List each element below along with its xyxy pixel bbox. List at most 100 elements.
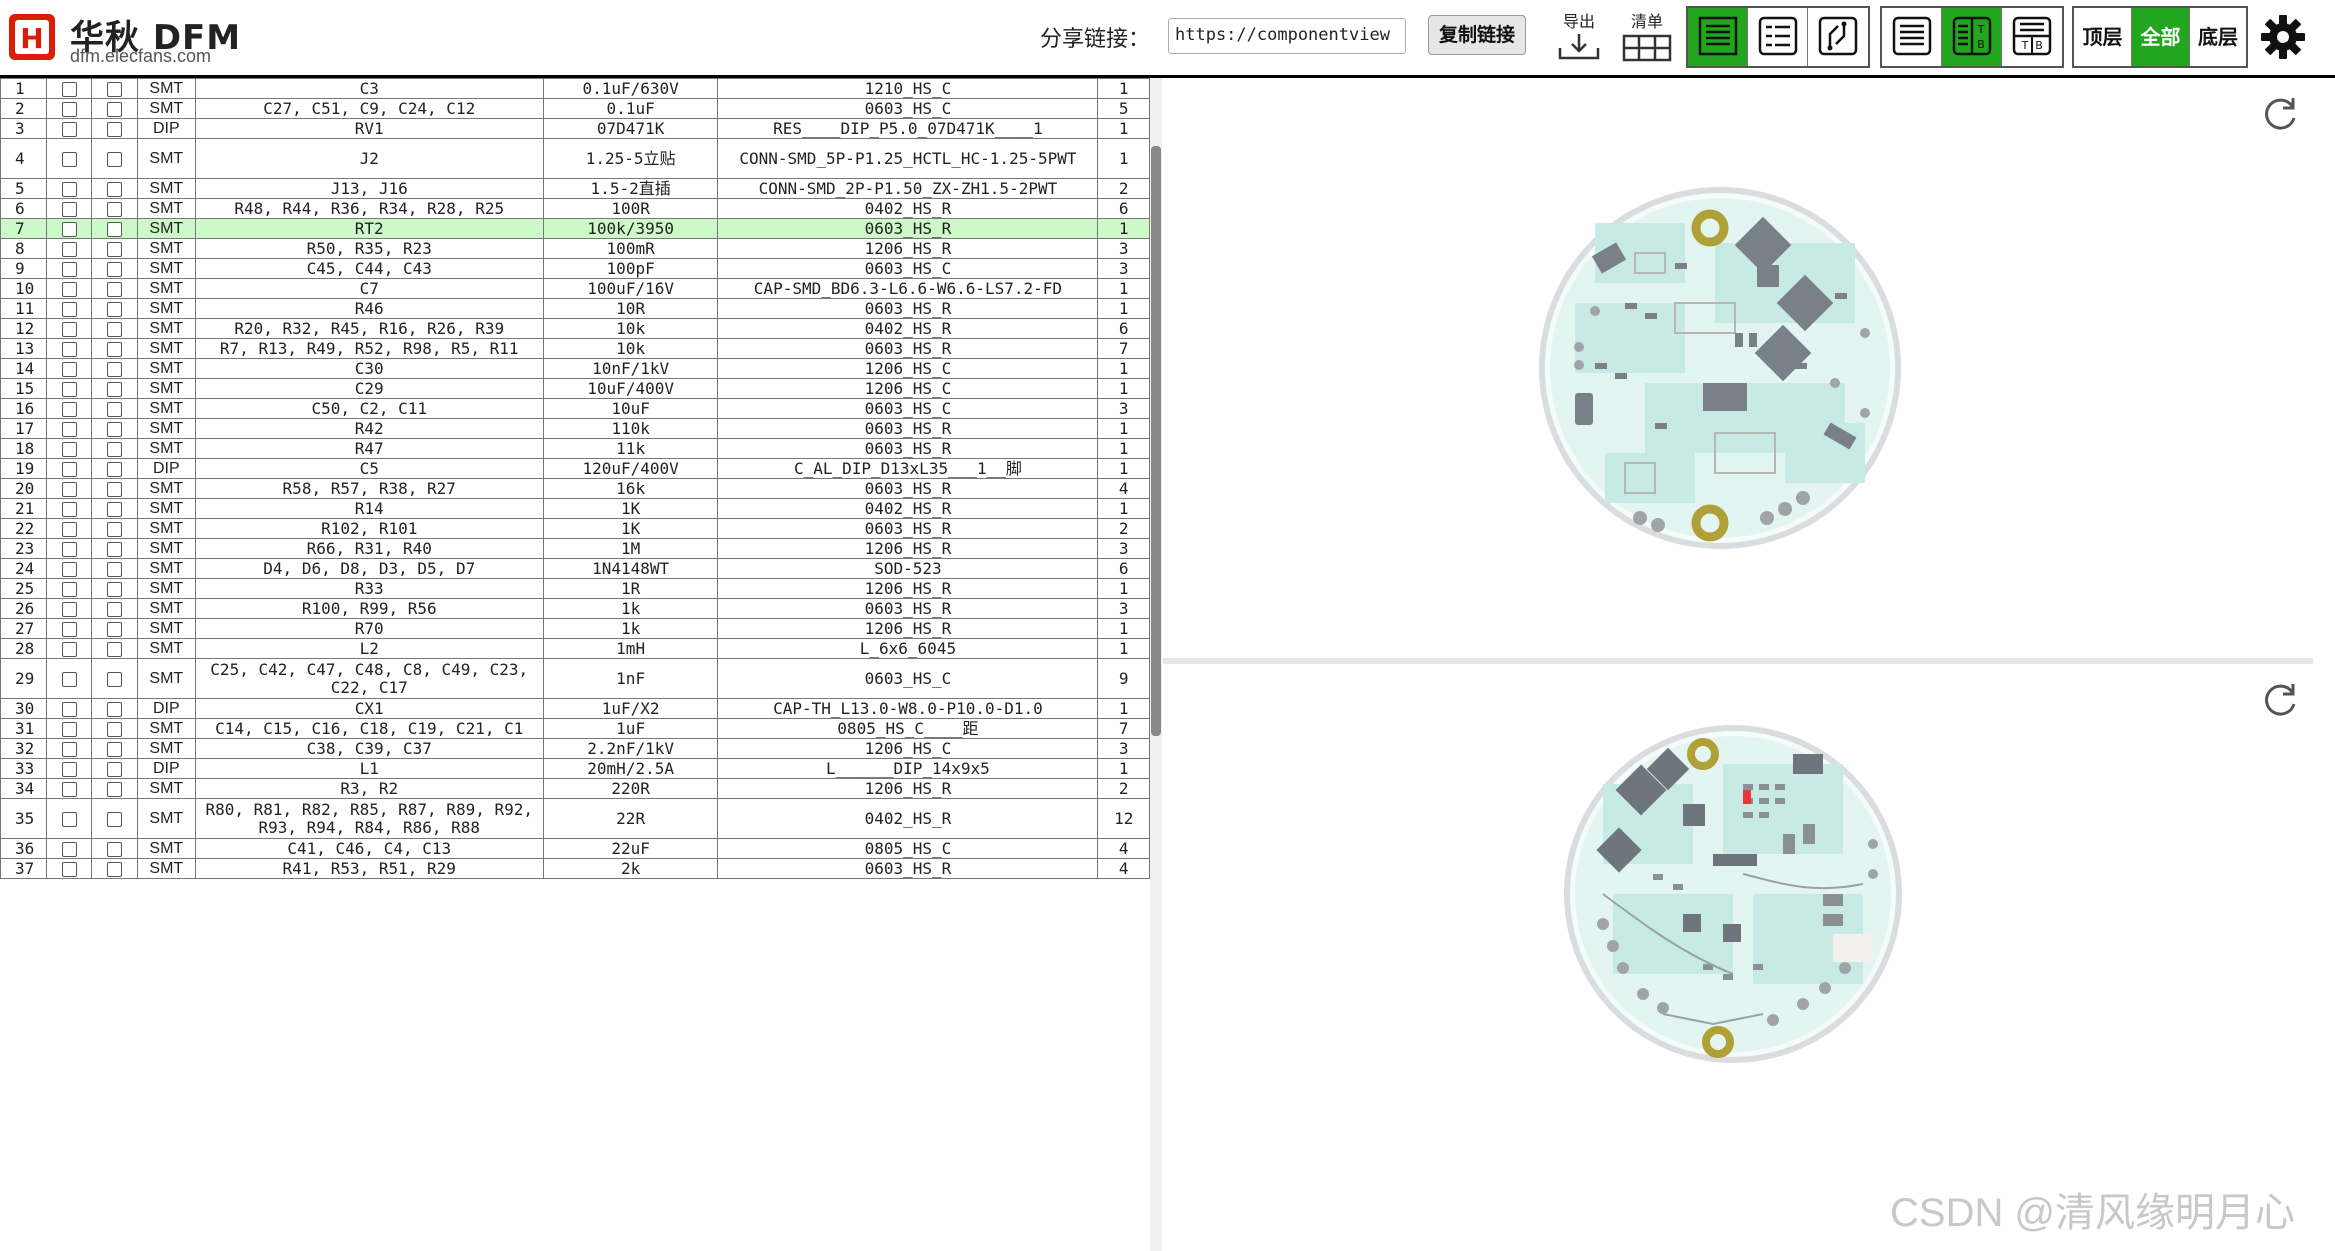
bom-row[interactable]: 24 SMT D4, D6, D8, D3, D5, D7 1N4148WT SOD-5… [0,558,1150,579]
checkbox[interactable] [61,641,77,657]
checkbox[interactable] [107,301,123,317]
bom-row[interactable]: 8 SMT R50, R35, R23 100mR 1206_HS_R 3 [0,238,1150,259]
checkbox[interactable] [107,841,123,857]
checkbox[interactable] [61,461,77,477]
view-bom-board-button[interactable] [1688,8,1748,66]
checkbox[interactable] [107,741,123,757]
checkbox[interactable] [107,401,123,417]
checkbox[interactable] [107,561,123,577]
bom-row[interactable]: 20 SMT R58, R57, R38, R27 16k 0603_HS_R 4 [0,478,1150,499]
bom-row[interactable]: 33 DIP L1 20mH/2.5A L______DIP_14x9x5 1 [0,758,1150,779]
checkbox[interactable] [107,421,123,437]
checkbox[interactable] [61,201,77,217]
checkbox[interactable] [61,381,77,397]
checkbox[interactable] [107,501,123,517]
checkbox[interactable] [61,81,77,97]
checkbox[interactable] [61,301,77,317]
checkbox[interactable] [61,421,77,437]
checkbox[interactable] [107,781,123,797]
checkbox[interactable] [61,721,77,737]
view-bom-only-button[interactable] [1748,8,1808,66]
bom-row[interactable]: 4 SMT J2 1.25-5立贴 CONN-SMD_5P-P1.25_HCTL_HC-… [0,138,1150,179]
checkbox[interactable] [61,701,77,717]
bom-row[interactable]: 19 DIP C5 120uF/400V C_AL_DIP_D13xL35___1__脚… [0,458,1150,479]
checkbox[interactable] [107,281,123,297]
checkbox[interactable] [61,261,77,277]
bom-row[interactable]: 35 SMT R80, R81, R82, R85, R87, R89, R92, … [0,798,1150,839]
checkbox[interactable] [61,581,77,597]
bom-row[interactable]: 32 SMT C38, C39, C37 2.2nF/1kV 1206_HS_C 3 [0,738,1150,759]
checkbox[interactable] [107,811,123,827]
checkbox[interactable] [61,541,77,557]
checkbox[interactable] [61,341,77,357]
checkbox[interactable] [107,481,123,497]
checkbox[interactable] [61,441,77,457]
checkbox[interactable] [107,521,123,537]
checkbox[interactable] [61,861,77,877]
bom-row[interactable]: 5 SMT J13, J16 1.5-2直插 CONN-SMD_2P-P1.50_ZX-… [0,178,1150,199]
checkbox[interactable] [107,461,123,477]
bom-row[interactable]: 37 SMT R41, R53, R51, R29 2k 0603_HS_R 4 [0,858,1150,879]
checkbox[interactable] [61,741,77,757]
checkbox[interactable] [61,841,77,857]
copy-link-button[interactable]: 复制链接 [1428,15,1526,55]
bom-row[interactable]: 1 SMT C3 0.1uF/630V 1210_HS_C 1 [0,78,1150,99]
bom-row[interactable]: 13 SMT R7, R13, R49, R52, R98, R5, R11 10k 0… [0,338,1150,359]
bom-row[interactable]: 15 SMT C29 10uF/400V 1206_HS_C 1 [0,378,1150,399]
bom-row[interactable]: 16 SMT C50, C2, C11 10uF 0603_HS_C 3 [0,398,1150,419]
checkbox[interactable] [61,601,77,617]
checkbox[interactable] [61,281,77,297]
view-board-only-button[interactable] [1808,8,1868,66]
checkbox[interactable] [107,101,123,117]
checkbox[interactable] [107,241,123,257]
bom-row[interactable]: 26 SMT R100, R99, R56 1k 0603_HS_R 3 [0,598,1150,619]
bom-row[interactable]: 36 SMT C41, C46, C4, C13 22uF 0805_HS_C 4 [0,838,1150,859]
pcb-bottom-view[interactable] [1163,664,2335,1251]
settings-gear-icon[interactable] [2260,14,2306,60]
bom-row[interactable]: 11 SMT R46 10R 0603_HS_R 1 [0,298,1150,319]
checkbox[interactable] [107,541,123,557]
checkbox[interactable] [107,361,123,377]
checkbox[interactable] [61,221,77,237]
bom-row[interactable]: 22 SMT R102, R101 1K 0603_HS_R 2 [0,518,1150,539]
checkbox[interactable] [107,121,123,137]
bom-row[interactable]: 27 SMT R70 1k 1206_HS_R 1 [0,618,1150,639]
bom-row[interactable]: 31 SMT C14, C15, C16, C18, C19, C21, C1 1uF… [0,718,1150,739]
bom-row[interactable]: 14 SMT C30 10nF/1kV 1206_HS_C 1 [0,358,1150,379]
checkbox[interactable] [61,811,77,827]
pcb-top-layer-render[interactable] [1535,183,1905,553]
checkbox[interactable] [107,381,123,397]
checkbox[interactable] [107,221,123,237]
checkbox[interactable] [61,241,77,257]
bom-row[interactable]: 17 SMT R42 110k 0603_HS_R 1 [0,418,1150,439]
checkbox[interactable] [61,481,77,497]
bom-row[interactable]: 29 SMT C25, C42, C47, C48, C8, C49, C23, C… [0,658,1150,699]
checkbox[interactable] [61,361,77,377]
checkbox[interactable] [107,641,123,657]
checkbox[interactable] [107,151,123,167]
checkbox[interactable] [107,581,123,597]
checkbox[interactable] [61,521,77,537]
checkbox[interactable] [61,561,77,577]
checkbox[interactable] [107,601,123,617]
layer-top-button[interactable]: 顶层 [2074,8,2132,66]
bom-row[interactable]: 10 SMT C7 100uF/16V CAP-SMD_BD6.3-L6.6-W6.6-… [0,278,1150,299]
layout-side-by-side-button[interactable]: T B [2002,8,2062,66]
bom-row[interactable]: 34 SMT R3, R2 220R 1206_HS_R 2 [0,778,1150,799]
layout-top-bottom-button[interactable]: T B [1942,8,2002,66]
share-link-input[interactable]: https://componentview [1168,18,1406,54]
checkbox[interactable] [61,181,77,197]
checkbox[interactable] [61,501,77,517]
rotate-icon[interactable] [2260,680,2300,720]
rotate-icon[interactable] [2260,94,2300,134]
bom-scrollbar-thumb[interactable] [1151,146,1161,736]
checkbox[interactable] [61,151,77,167]
bom-row[interactable]: 3 DIP RV1 07D471K RES____DIP_P5.0_07D471K___… [0,118,1150,139]
layout-single-button[interactable] [1882,8,1942,66]
checkbox[interactable] [107,671,123,687]
bom-row[interactable]: 6 SMT R48, R44, R36, R34, R28, R25 100R 0402… [0,198,1150,219]
checkbox[interactable] [61,781,77,797]
checkbox[interactable] [107,761,123,777]
checkbox[interactable] [107,321,123,337]
bom-row[interactable]: 21 SMT R14 1K 0402_HS_R 1 [0,498,1150,519]
